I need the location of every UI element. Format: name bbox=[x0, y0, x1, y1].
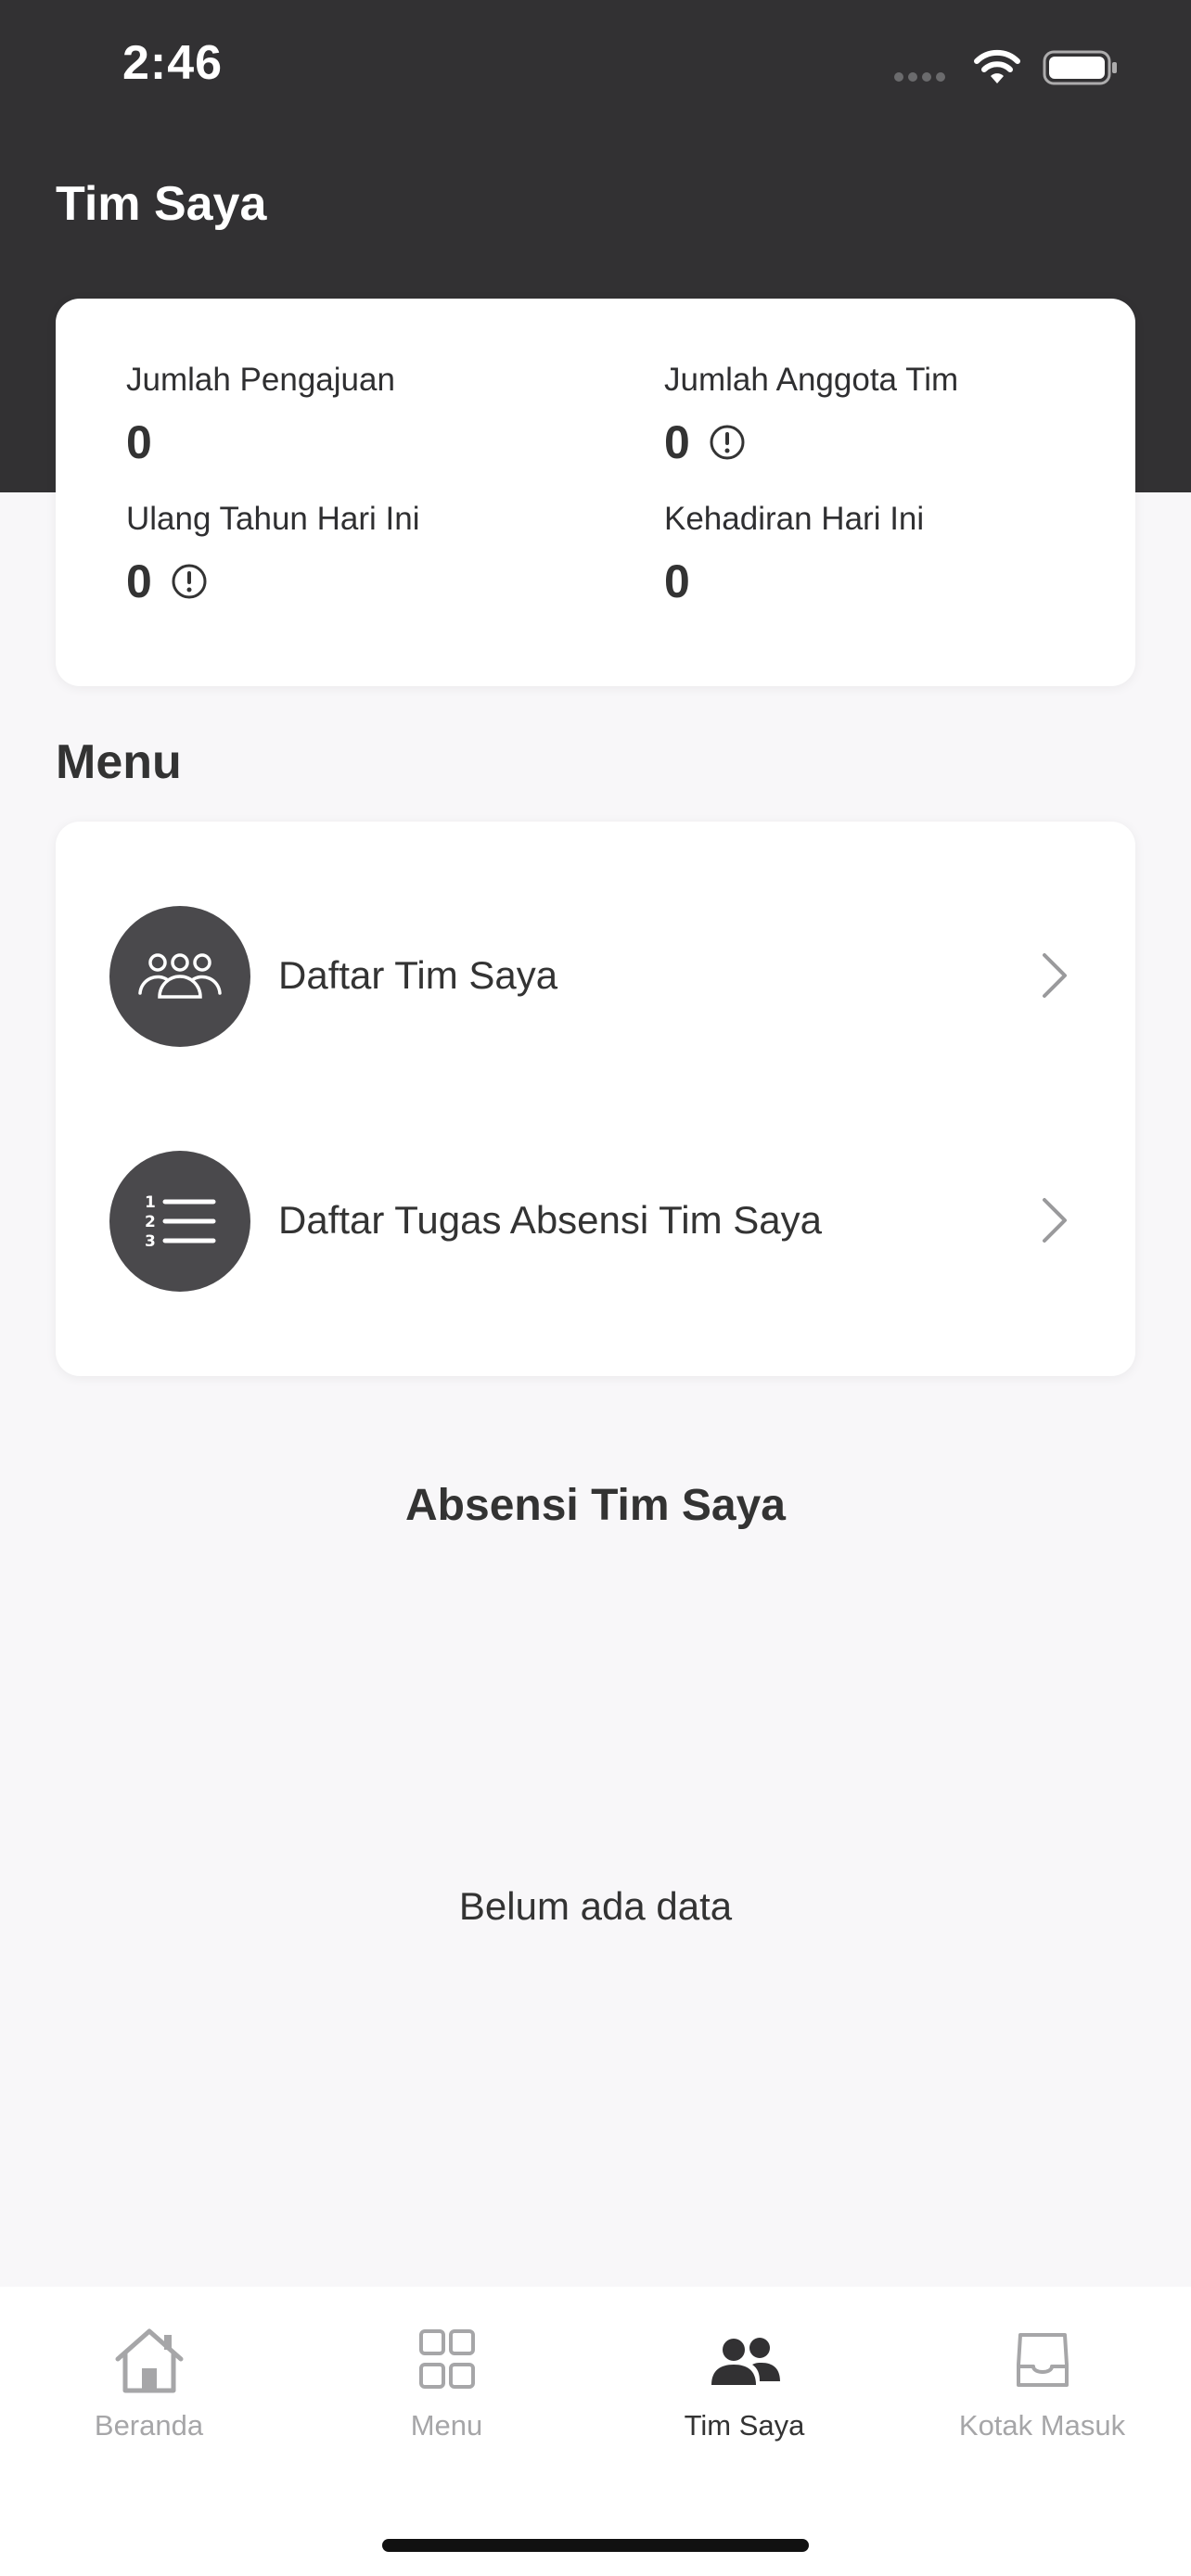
people-icon bbox=[711, 2338, 780, 2385]
stats-card: Jumlah Pengajuan 0 Jumlah Anggota Tim 0 … bbox=[56, 299, 1135, 686]
tab-label: Kotak Masuk bbox=[958, 2409, 1126, 2442]
svg-text:1: 1 bbox=[145, 1193, 156, 1212]
tab-bar: Beranda Menu Tim Saya Kotak Masuk bbox=[0, 2287, 1191, 2576]
status-bar: 2:46 bbox=[0, 0, 1191, 139]
stat-label: Jumlah Pengajuan bbox=[126, 362, 395, 398]
tab-kotak-masuk[interactable]: Kotak Masuk bbox=[893, 2287, 1191, 2472]
status-time: 2:46 bbox=[122, 36, 224, 90]
stat-value: 0 bbox=[664, 555, 690, 607]
team-icon bbox=[138, 953, 222, 999]
menu-item-label: Daftar Tim Saya bbox=[278, 953, 558, 997]
stat-label: Ulang Tahun Hari Ini bbox=[126, 501, 420, 537]
stat-label: Jumlah Anggota Tim bbox=[664, 362, 959, 398]
status-icons bbox=[894, 45, 1117, 91]
page-title: Tim Saya bbox=[56, 177, 267, 231]
stat-value: 0 bbox=[126, 416, 152, 468]
grid-icon bbox=[418, 2329, 475, 2389]
stat-value: 0 bbox=[126, 555, 152, 607]
stat-jumlah-anggota-tim: Jumlah Anggota Tim 0 bbox=[664, 362, 958, 465]
menu-avatar: 1 2 3 bbox=[109, 1151, 250, 1292]
info-icon[interactable] bbox=[709, 424, 746, 461]
stat-kehadiran-hari-ini: Kehadiran Hari Ini 0 bbox=[664, 501, 924, 605]
stat-label: Kehadiran Hari Ini bbox=[664, 501, 925, 537]
menu-item-label: Daftar Tugas Absensi Tim Saya bbox=[278, 1198, 822, 1242]
chevron-right-icon bbox=[1043, 1198, 1067, 1243]
empty-state-text: Belum ada data bbox=[458, 1884, 733, 1928]
chevron-right-icon bbox=[1043, 953, 1067, 998]
home-icon bbox=[115, 2328, 183, 2393]
absensi-title: Absensi Tim Saya bbox=[405, 1481, 786, 1530]
menu-section-title: Menu bbox=[56, 735, 182, 789]
menu-avatar bbox=[109, 906, 250, 1047]
tab-menu[interactable]: Menu bbox=[298, 2287, 596, 2472]
menu-item-daftar-tugas-absensi[interactable]: 1 2 3 Daftar Tugas Absensi Tim Saya bbox=[56, 1128, 1135, 1313]
tab-tim-saya[interactable]: Tim Saya bbox=[596, 2287, 893, 2472]
home-indicator[interactable] bbox=[382, 2539, 809, 2552]
numbered-list-icon: 1 2 3 bbox=[145, 1193, 216, 1251]
stat-jumlah-pengajuan: Jumlah Pengajuan 0 bbox=[126, 362, 395, 465]
tab-label: Menu bbox=[410, 2409, 483, 2442]
inbox-icon bbox=[1016, 2333, 1069, 2387]
battery-icon bbox=[1043, 50, 1117, 85]
svg-text:2: 2 bbox=[145, 1213, 156, 1231]
menu-item-daftar-tim-saya[interactable]: Daftar Tim Saya bbox=[56, 883, 1135, 1068]
stat-ulang-tahun-hari-ini: Ulang Tahun Hari Ini 0 bbox=[126, 501, 420, 605]
signal-icon bbox=[894, 72, 950, 83]
svg-text:3: 3 bbox=[145, 1232, 156, 1251]
stat-value: 0 bbox=[664, 416, 690, 468]
tab-beranda[interactable]: Beranda bbox=[0, 2287, 298, 2472]
menu-card: Daftar Tim Saya 1 2 3 Daftar Tugas Absen… bbox=[56, 822, 1135, 1376]
tab-label: Beranda bbox=[94, 2409, 204, 2442]
info-icon[interactable] bbox=[171, 563, 208, 600]
wifi-icon bbox=[974, 49, 1020, 83]
tab-label: Tim Saya bbox=[684, 2409, 805, 2442]
